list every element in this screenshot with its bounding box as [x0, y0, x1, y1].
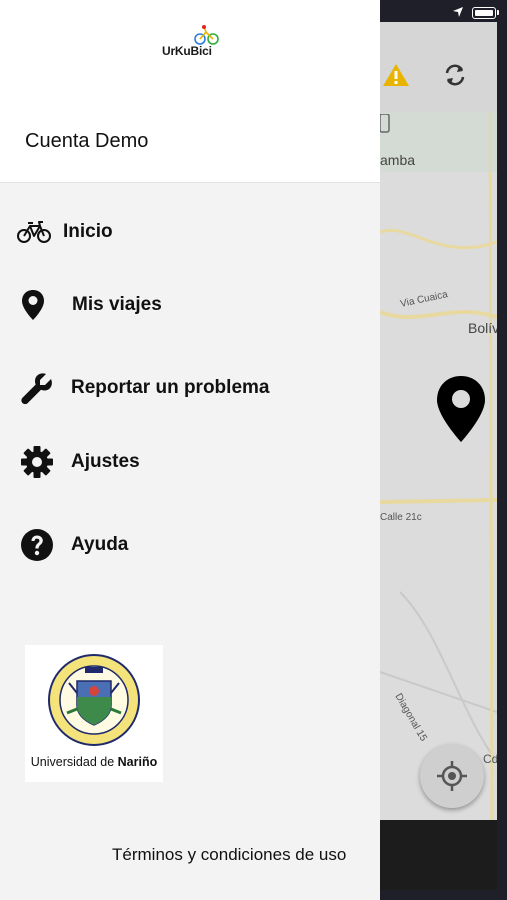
locate-me-button[interactable] — [420, 744, 484, 808]
university-logo-card: Universidad de Nariño — [25, 645, 163, 782]
university-name: Universidad de Nariño — [30, 755, 158, 769]
menu-item-inicio[interactable]: Inicio — [0, 202, 380, 262]
menu-item-mis-viajes[interactable]: Mis viajes — [0, 275, 380, 335]
menu-item-ayuda[interactable]: Ayuda — [0, 515, 380, 575]
university-seal-icon — [48, 654, 140, 746]
menu-item-reportar[interactable]: Reportar un problema — [0, 358, 380, 418]
bicycle-icon — [17, 221, 51, 243]
menu-item-label: Mis viajes — [72, 294, 162, 315]
terms-link[interactable]: Términos y condiciones de uso — [112, 845, 346, 865]
refresh-icon[interactable] — [442, 62, 468, 88]
app-logo: UrKuBici — [160, 24, 222, 60]
bottom-bar — [380, 820, 497, 890]
battery-icon — [472, 7, 496, 19]
map-pin-icon — [22, 290, 44, 320]
account-name: Cuenta Demo — [25, 130, 149, 152]
map-label: amba — [380, 152, 416, 168]
map-screen: amba Via Cuaica Bolív Calle 21c Diagonal… — [380, 22, 497, 890]
map-roads — [380, 112, 497, 820]
map-label: Cdi — [483, 752, 497, 766]
menu-item-ajustes[interactable]: Ajustes — [0, 432, 380, 492]
bicycle-logo-icon — [194, 25, 219, 45]
map-view[interactable]: amba Via Cuaica Bolív Calle 21c Diagonal… — [380, 112, 497, 820]
menu-item-label: Ajustes — [71, 451, 140, 472]
menu-item-label: Ayuda — [71, 534, 129, 555]
navigation-drawer: UrKuBici Cuenta Demo Inicio Mis viajes R… — [0, 0, 380, 900]
logo-text: UrKuBici — [162, 44, 212, 58]
map-marker-icon[interactable] — [435, 374, 487, 444]
help-icon — [21, 529, 53, 561]
drawer-header: UrKuBici Cuenta Demo — [0, 0, 380, 183]
location-arrow-icon — [453, 7, 463, 17]
map-toolbar — [380, 22, 497, 112]
warning-icon[interactable] — [382, 62, 410, 88]
map-label: Bolív — [468, 320, 497, 336]
menu-item-label: Reportar un problema — [71, 377, 270, 398]
wrench-icon — [21, 373, 52, 405]
crosshair-icon — [437, 761, 467, 791]
map-label: Calle 21c — [380, 512, 422, 523]
gear-icon — [21, 446, 53, 478]
map-grid-icon — [380, 114, 390, 133]
menu-item-label: Inicio — [63, 221, 113, 242]
